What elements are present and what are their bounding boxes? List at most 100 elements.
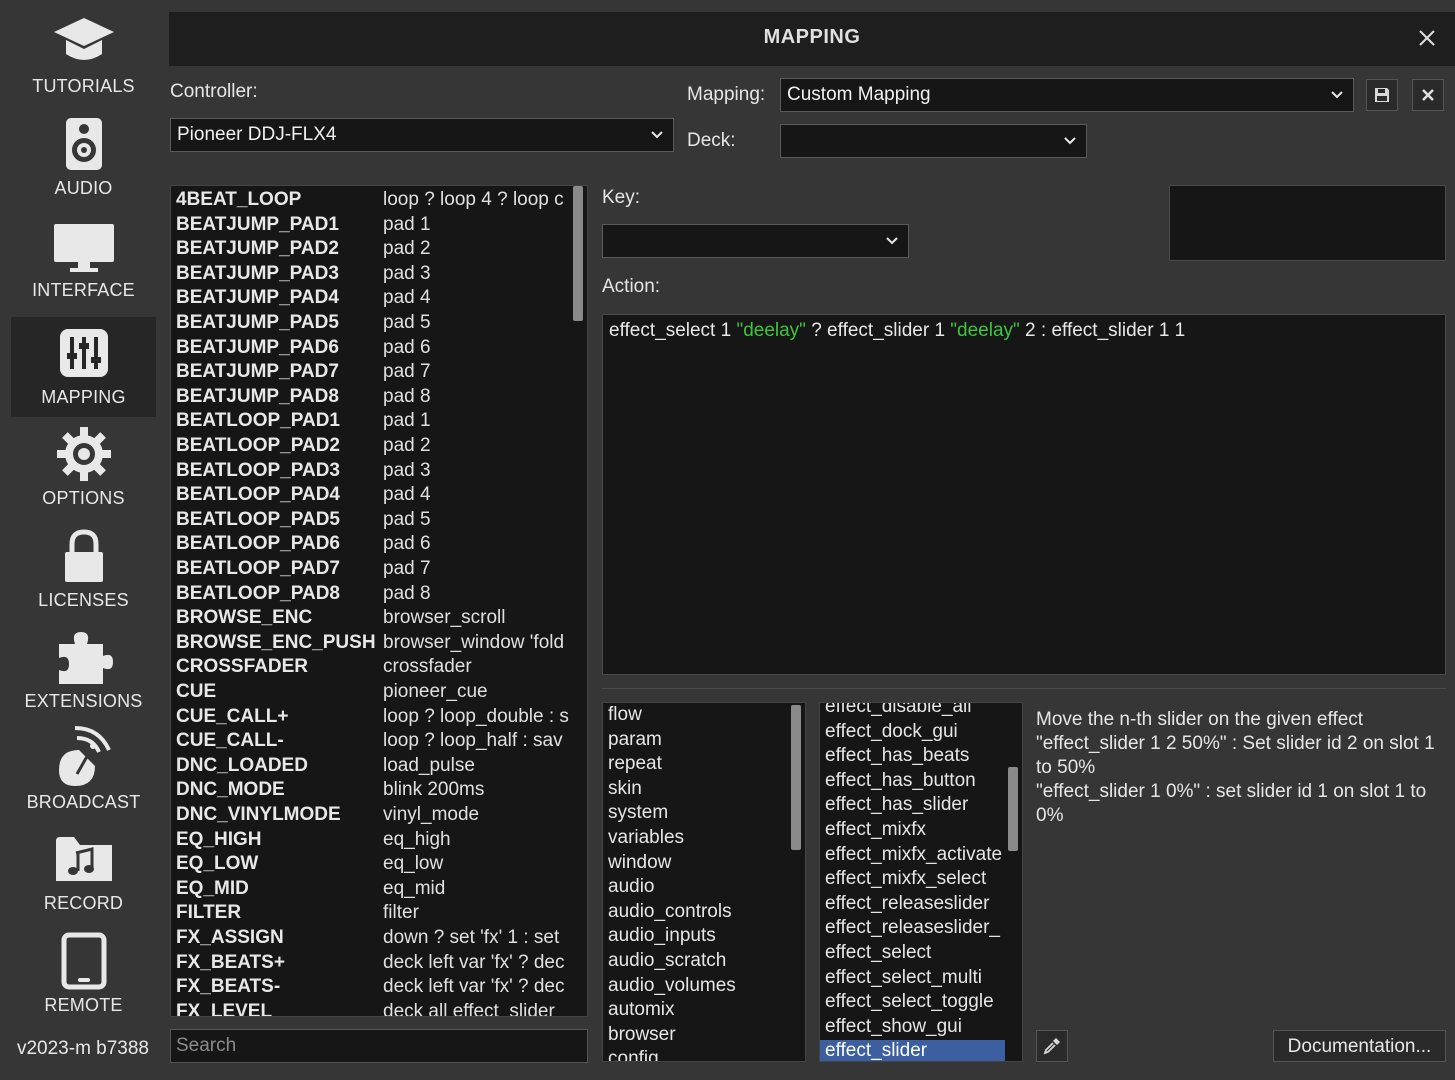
table-row[interactable]: FX_ASSIGN down ? set 'fx' 1 : set [171,926,571,950]
list-item[interactable]: browser [608,1024,788,1048]
table-row[interactable]: BEATJUMP_PAD2 pad 2 [171,237,571,261]
list-item[interactable]: effect_has_slider [825,794,1005,818]
table-row[interactable]: BEATLOOP_PAD3 pad 3 [171,459,571,483]
sidebar-item-audio[interactable]: AUDIO [11,108,156,208]
pick-button[interactable] [1036,1030,1068,1062]
list-item[interactable]: automix [608,999,788,1023]
mapping-action: pad 6 [383,533,431,555]
table-row[interactable]: CUE_CALL+ loop ? loop_double : s [171,705,571,729]
mapping-action: filter [383,902,419,924]
list-item[interactable]: effect_has_button [825,770,1005,794]
list-item[interactable]: effect_releaseslider_ [825,917,1005,941]
table-row[interactable]: EQ_HIGH eq_high [171,828,571,852]
list-item[interactable]: flow [608,704,788,728]
list-item[interactable]: window [608,852,788,876]
list-item[interactable]: effect_show_gui [825,1016,1005,1040]
list-item[interactable]: effect_disable_all [825,703,1005,720]
sidebar-item-interface[interactable]: INTERFACE [11,210,156,310]
table-row[interactable]: BEATJUMP_PAD3 pad 3 [171,262,571,286]
list-item[interactable]: param [608,729,788,753]
list-item[interactable]: effect_mixfx_select [825,868,1005,892]
category-list[interactable]: flow param repeat skin system variables window… [602,702,806,1062]
delete-mapping-button[interactable] [1412,79,1444,111]
gear-icon [11,424,156,484]
table-row[interactable]: 4BEAT_LOOP loop ? loop 4 ? loop c [171,188,571,212]
table-row[interactable]: BEATLOOP_PAD1 pad 1 [171,409,571,433]
list-item[interactable]: audio_controls [608,901,788,925]
deck-dropdown[interactable] [780,124,1087,158]
list-item[interactable]: effect_select_toggle [825,991,1005,1015]
table-row[interactable]: BEATJUMP_PAD1 pad 1 [171,213,571,237]
table-row[interactable]: CROSSFADER crossfader [171,655,571,679]
table-row[interactable]: DNC_LOADED load_pulse [171,754,571,778]
sidebar-item-extensions[interactable]: EXTENSIONS [11,621,156,721]
list-item[interactable]: audio_scratch [608,950,788,974]
scrollbar-thumb[interactable] [791,705,801,850]
controller-dropdown[interactable]: Pioneer DDJ-FLX4 [170,118,674,152]
mapping-action: pad 1 [383,213,431,235]
list-item[interactable]: skin [608,778,788,802]
action-editor[interactable]: effect_select 1 "deelay" ? effect_slider… [602,314,1446,675]
list-item[interactable]: effect_select_multi [825,967,1005,991]
list-item[interactable]: effect_select [825,942,1005,966]
mapping-key: BEATLOOP_PAD5 [176,508,340,530]
table-row[interactable]: FX_BEATS-deck left var 'fx' ? dec [171,975,571,999]
sidebar-item-mapping[interactable]: MAPPING [11,317,156,417]
list-item[interactable]: system [608,802,788,826]
sidebar-item-licenses[interactable]: LICENSES [11,520,156,620]
list-item[interactable]: audio_inputs [608,925,788,949]
sidebar-item-label: AUDIO [54,178,113,198]
table-row[interactable]: BROWSE_ENC_PUSH browser_window 'fold [171,631,571,655]
list-item[interactable]: variables [608,827,788,851]
sidebar-item-tutorials[interactable]: TUTORIALS [11,6,156,106]
list-item[interactable]: effect_releaseslider [825,893,1005,917]
table-row[interactable]: BEATJUMP_PAD8 pad 8 [171,385,571,409]
table-row[interactable]: BEATLOOP_PAD8 pad 8 [171,582,571,606]
table-row[interactable]: BEATJUMP_PAD7 pad 7 [171,360,571,384]
sidebar-item-record[interactable]: RECORD [11,823,156,923]
close-button[interactable] [1415,26,1439,50]
table-row[interactable]: DNC_VINYLMODE vinyl_mode [171,803,571,827]
list-item[interactable]: effect_mixfx_activate [825,844,1005,868]
list-item[interactable]: effect_mixfx [825,819,1005,843]
table-row[interactable]: FX_LEVEL deck all effect_slider [171,1000,571,1016]
table-row[interactable]: BROWSE_ENC browser_scroll [171,606,571,630]
table-row[interactable]: BEATLOOP_PAD5 pad 5 [171,508,571,532]
table-row[interactable]: BEATLOOP_PAD2 pad 2 [171,434,571,458]
scrollbar-thumb[interactable] [573,186,583,321]
version-label: v2023-m b7388 [16,1038,150,1059]
table-row[interactable]: BEATLOOP_PAD4 pad 4 [171,483,571,507]
list-item[interactable]: effect_slider [820,1040,1005,1061]
key-dropdown[interactable] [602,224,909,258]
list-item[interactable]: config [608,1048,788,1061]
search-input[interactable] [170,1029,588,1063]
table-row[interactable]: CUE_CALL-loop ? loop_half : sav [171,729,571,753]
list-item[interactable]: audio [608,876,788,900]
table-row[interactable]: EQ_MID eq_mid [171,877,571,901]
save-mapping-button[interactable] [1366,79,1398,111]
table-row[interactable]: FILTER filter [171,901,571,925]
table-row[interactable]: CUE pioneer_cue [171,680,571,704]
list-item[interactable]: effect_dock_gui [825,721,1005,745]
mapping-dropdown[interactable]: Custom Mapping [780,78,1354,112]
table-row[interactable]: BEATJUMP_PAD6 pad 6 [171,336,571,360]
command-list[interactable]: effect_disable_all effect_dock_gui effect_… [819,702,1023,1062]
mapping-list[interactable]: 4BEAT_LOOP loop ? loop 4 ? loop c BEATJUMP… [170,185,588,1017]
documentation-button[interactable]: Documentation... [1273,1030,1446,1062]
sidebar-item-options[interactable]: OPTIONS [11,418,156,518]
table-row[interactable]: DNC_MODE blink 200ms [171,778,571,802]
sidebar-item-broadcast[interactable]: BROADCAST [11,722,156,822]
puzzle-icon [11,627,156,687]
table-row[interactable]: BEATLOOP_PAD7 pad 7 [171,557,571,581]
table-row[interactable]: BEATJUMP_PAD4 pad 4 [171,286,571,310]
eyedropper-icon [1043,1038,1060,1055]
list-item[interactable]: effect_has_beats [825,745,1005,769]
list-item[interactable]: audio_volumes [608,975,788,999]
table-row[interactable]: BEATLOOP_PAD6 pad 6 [171,532,571,556]
table-row[interactable]: EQ_LOW eq_low [171,852,571,876]
list-item[interactable]: repeat [608,753,788,777]
sidebar-item-remote[interactable]: REMOTE [11,925,156,1025]
table-row[interactable]: BEATJUMP_PAD5 pad 5 [171,311,571,335]
table-row[interactable]: FX_BEATS+ deck left var 'fx' ? dec [171,951,571,975]
scrollbar-thumb[interactable] [1008,767,1018,851]
